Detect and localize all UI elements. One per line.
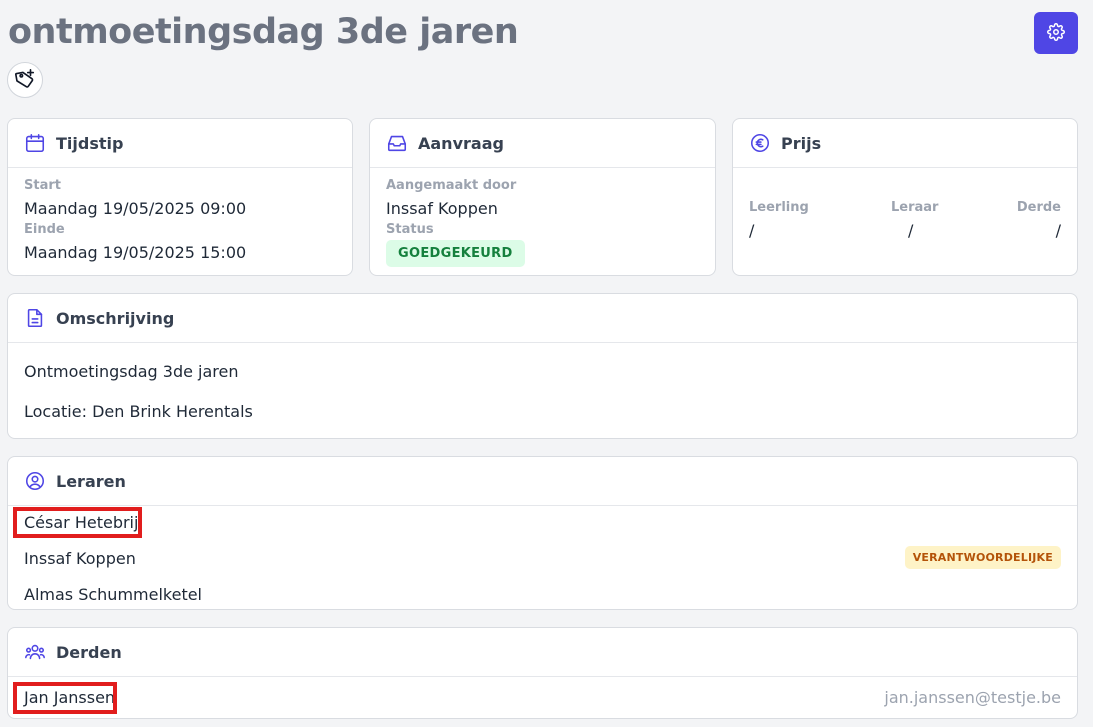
- start-value: Maandag 19/05/2025 09:00: [24, 199, 247, 218]
- end-value: Maandag 19/05/2025 15:00: [24, 243, 247, 262]
- omschrijving-header: Omschrijving: [8, 294, 1077, 343]
- tijdstip-card: Tijdstip Start Maandag 19/05/2025 09:00 …: [7, 118, 353, 276]
- leerling-label: Leerling: [749, 200, 809, 215]
- prijs-header: Prijs: [733, 119, 1077, 168]
- leraren-header: Leraren: [8, 457, 1077, 506]
- status-label: Status: [386, 222, 434, 237]
- highlight-box: [13, 507, 142, 538]
- settings-button[interactable]: [1034, 12, 1078, 54]
- status-badge: GOEDGEKEURD: [386, 240, 525, 267]
- derde-label: Derde: [1016, 200, 1061, 215]
- omschrijving-title: Omschrijving: [56, 308, 175, 328]
- start-label: Start: [24, 178, 61, 193]
- document-icon: [24, 307, 46, 329]
- teacher-name[interactable]: Almas Schummelketel: [24, 585, 202, 604]
- page-title: ontmoetingsdag 3de jaren: [8, 12, 519, 52]
- aanvraag-title: Aanvraag: [418, 133, 504, 153]
- omschrijving-line: Ontmoetingsdag 3de jaren: [24, 362, 239, 381]
- omschrijving-line: Locatie: Den Brink Herentals: [24, 402, 253, 421]
- responsible-badge: VERANTWOORDELIJKE: [904, 546, 1061, 569]
- aanvraag-header: Aanvraag: [370, 119, 715, 168]
- leerling-value: /: [749, 221, 755, 240]
- teacher-name[interactable]: Inssaf Koppen: [24, 549, 136, 568]
- euro-icon: [749, 132, 771, 154]
- aanvraag-card: Aanvraag Aangemaakt door Inssaf Koppen S…: [369, 118, 716, 276]
- inbox-icon: [386, 132, 408, 154]
- users-group-icon: [24, 641, 46, 663]
- leraar-label: Leraar: [891, 200, 939, 215]
- tijdstip-header: Tijdstip: [8, 119, 352, 168]
- tijdstip-title: Tijdstip: [56, 133, 124, 153]
- leraar-value: /: [908, 221, 914, 240]
- leraren-card: Leraren César Hetebrij Inssaf Koppen VER…: [7, 456, 1078, 610]
- derden-header: Derden: [8, 628, 1077, 677]
- derde-value: /: [1055, 221, 1061, 240]
- prijs-card: Prijs Leerling / Leraar / Derde /: [732, 118, 1078, 276]
- calendar-icon: [24, 132, 46, 154]
- end-label: Einde: [24, 222, 65, 237]
- leraren-title: Leraren: [56, 471, 126, 491]
- omschrijving-card: Omschrijving Ontmoetingsdag 3de jaren Lo…: [7, 293, 1078, 439]
- third-party-email[interactable]: jan.janssen@testje.be: [884, 688, 1061, 707]
- derden-title: Derden: [56, 642, 122, 662]
- created-by-label: Aangemaakt door: [386, 178, 517, 193]
- user-circle-icon: [24, 470, 46, 492]
- highlight-box: [13, 682, 117, 714]
- derden-card: Derden Jan Janssen jan.janssen@testje.be: [7, 627, 1078, 719]
- settings-gear-icon: [1047, 22, 1065, 44]
- add-tag-button[interactable]: [7, 62, 43, 98]
- prijs-title: Prijs: [781, 133, 822, 153]
- created-by-value: Inssaf Koppen: [386, 199, 498, 218]
- tag-add-icon: [14, 68, 36, 93]
